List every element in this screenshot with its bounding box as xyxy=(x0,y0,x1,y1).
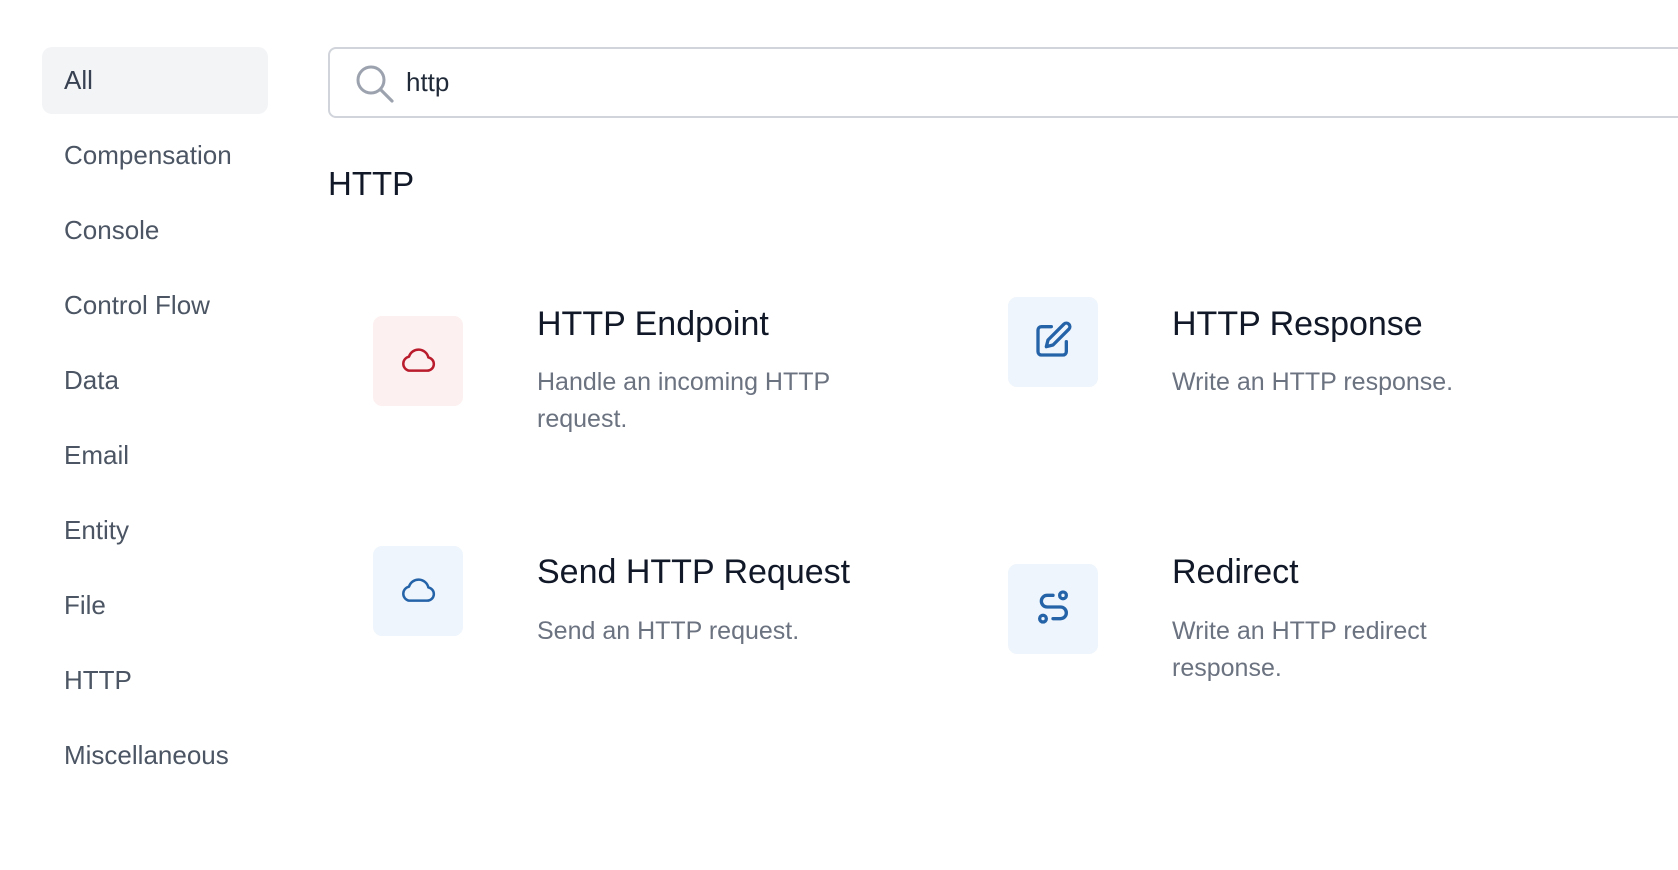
activity-title: HTTP Response xyxy=(1172,305,1423,343)
activity-description: Write an HTTP response. xyxy=(1172,368,1454,396)
sidebar-item-miscellaneous[interactable]: Miscellaneous xyxy=(42,722,268,789)
activity-title: Send HTTP Request xyxy=(537,553,851,591)
search-box[interactable] xyxy=(328,47,1678,118)
activity-title: HTTP Endpoint xyxy=(537,305,769,343)
sidebar-item-all[interactable]: All xyxy=(42,47,268,114)
sidebar-item-entity[interactable]: Entity xyxy=(42,497,268,564)
category-sidebar: All Compensation Console Control Flow Da… xyxy=(42,47,268,797)
sidebar-item-control-flow[interactable]: Control Flow xyxy=(42,272,268,339)
activity-icon-tile xyxy=(373,546,463,636)
sidebar-item-data[interactable]: Data xyxy=(42,347,268,414)
activity-send-http-request[interactable]: Send HTTP Request Send an HTTP request. xyxy=(373,546,933,706)
section-title: HTTP xyxy=(328,165,415,202)
sidebar-item-compensation[interactable]: Compensation xyxy=(42,122,268,189)
search-input[interactable] xyxy=(406,49,1606,116)
activity-http-endpoint[interactable]: HTTP Endpoint Handle an incoming HTTP re… xyxy=(373,300,933,460)
cloud-icon xyxy=(398,339,438,384)
activity-description: Send an HTTP request. xyxy=(537,617,800,645)
activity-title: Redirect xyxy=(1172,553,1299,591)
activity-icon-tile xyxy=(1008,297,1098,387)
activity-icon-tile xyxy=(373,316,463,406)
sidebar-item-http[interactable]: HTTP xyxy=(42,647,268,714)
activity-picker: All Compensation Console Control Flow Da… xyxy=(0,0,1678,870)
activity-description: Handle an incoming HTTP request. xyxy=(537,368,830,433)
route-icon xyxy=(1033,587,1073,632)
sidebar-item-console[interactable]: Console xyxy=(42,197,268,264)
activity-redirect[interactable]: Redirect Write an HTTP redirect response… xyxy=(1008,546,1668,706)
activity-icon-tile xyxy=(1008,564,1098,654)
cloud-icon xyxy=(398,569,438,614)
edit-icon xyxy=(1033,320,1073,365)
activity-description: Write an HTTP redirect response. xyxy=(1172,617,1427,682)
activity-http-response[interactable]: HTTP Response Write an HTTP response. xyxy=(1008,297,1668,457)
sidebar-item-file[interactable]: File xyxy=(42,572,268,639)
search-icon xyxy=(354,63,396,105)
sidebar-item-email[interactable]: Email xyxy=(42,422,268,489)
